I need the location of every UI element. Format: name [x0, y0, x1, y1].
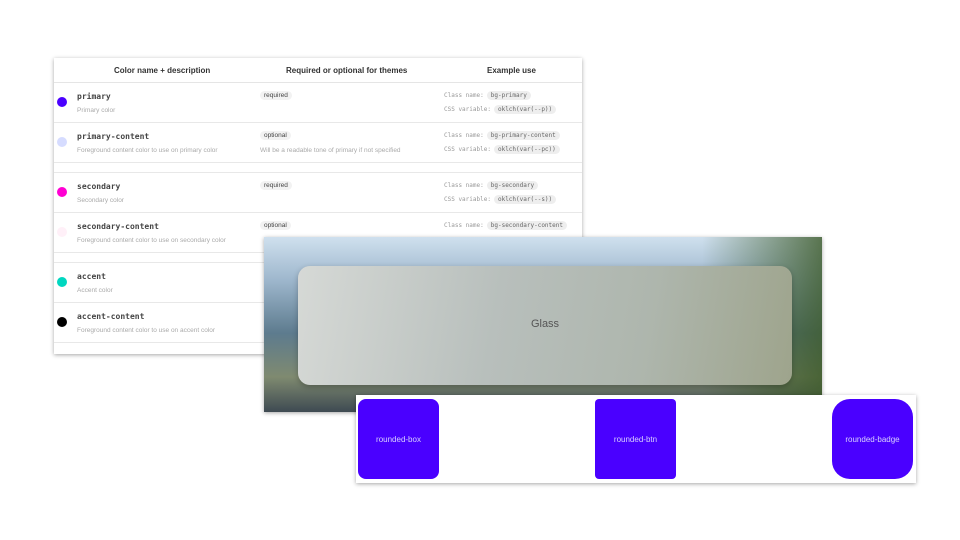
class-name-example: Class name: bg-secondary — [444, 181, 539, 190]
class-name-example: Class name: bg-primary-content — [444, 131, 560, 140]
requirement-badge: required — [260, 181, 292, 190]
col-header-example: Example use — [487, 65, 536, 75]
css-variable-example: CSS variable: oklch(var(--pc)) — [444, 145, 560, 154]
css-variable-example: CSS variable: oklch(var(--p)) — [444, 105, 557, 114]
color-name: primary-content — [77, 132, 150, 141]
table-row: primary Primary color required Class name:… — [54, 83, 582, 123]
class-name-code: bg-secondary-content — [486, 221, 567, 230]
color-description: Secondary color — [77, 197, 124, 204]
color-description: Foreground content color to use on secon… — [77, 237, 226, 244]
glass-label: Glass — [530, 318, 560, 330]
css-variable-code: oklch(var(--p)) — [493, 105, 557, 114]
color-description: Foreground content color to use on prima… — [77, 147, 218, 154]
color-swatch — [57, 277, 67, 287]
css-variable-code: oklch(var(--pc)) — [493, 145, 560, 154]
color-description: Accent color — [77, 287, 113, 294]
color-swatch — [57, 97, 67, 107]
requirement-badge: optional — [260, 221, 291, 230]
class-name-code: bg-primary-content — [486, 131, 560, 140]
requirement-badge: required — [260, 91, 292, 100]
css-variable-example: CSS variable: oklch(var(--s)) — [444, 195, 557, 204]
class-name-example: Class name: bg-secondary-content — [444, 221, 567, 230]
color-description: Foreground content color to use on accen… — [77, 327, 216, 334]
color-name: secondary — [77, 182, 121, 191]
table-header: Color name + description Required or opt… — [54, 58, 582, 83]
color-name: secondary-content — [77, 222, 159, 231]
row-divider — [54, 163, 582, 173]
requirement-note: Will be a readable tone of primary if no… — [260, 147, 401, 154]
glass-demo: Glass — [264, 237, 822, 412]
color-name: accent — [77, 272, 106, 281]
class-name-example: Class name: bg-primary — [444, 91, 531, 100]
color-swatch — [57, 137, 67, 147]
rounded-box: rounded-box — [358, 399, 439, 479]
color-description: Primary color — [77, 107, 116, 114]
color-name: accent-content — [77, 312, 145, 321]
rounded-badge: rounded-badge — [832, 399, 913, 479]
col-header-required: Required or optional for themes — [286, 65, 408, 75]
glass-panel: Glass — [298, 266, 792, 385]
class-name-code: bg-secondary — [486, 181, 539, 190]
css-variable-code: oklch(var(--s)) — [493, 195, 557, 204]
table-row: secondary Secondary color required Class n… — [54, 173, 582, 213]
color-swatch — [57, 227, 67, 237]
requirement-badge: optional — [260, 131, 291, 140]
color-swatch — [57, 317, 67, 327]
color-name: primary — [77, 92, 111, 101]
col-header-name: Color name + description — [114, 65, 211, 75]
rounded-btn: rounded-btn — [595, 399, 676, 479]
rounded-demo: rounded-box rounded-btn rounded-badge — [356, 395, 916, 483]
class-name-code: bg-primary — [486, 91, 531, 100]
table-row: primary-content Foreground content color… — [54, 123, 582, 163]
color-swatch — [57, 187, 67, 197]
